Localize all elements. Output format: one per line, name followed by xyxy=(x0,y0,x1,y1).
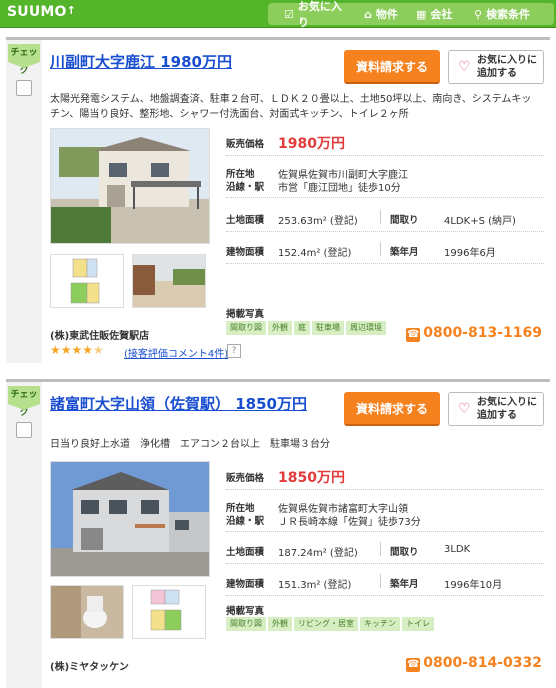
photo-tag: リビング・居室 xyxy=(294,617,358,631)
toilet-thumbnail[interactable] xyxy=(50,585,124,639)
photos-label: 掲載写真 xyxy=(226,606,265,617)
listing-card: チェック 諸富町大字山領（佐賀駅） 1850万円 資料請求する ♡ お気に入りに… xyxy=(6,379,550,688)
listing-checkbox[interactable] xyxy=(16,80,32,96)
floorplan-thumbnail[interactable] xyxy=(50,254,124,308)
listing-title[interactable]: 諸富町大字山領（佐賀駅） 1850万円 xyxy=(50,393,307,414)
listing-card: チェック 川副町大字鹿江 1980万円 資料請求する ♡ お気に入りに 追加する… xyxy=(6,37,550,363)
photo-tags: 間取り図 外観 庭 駐車場 周辺環境 xyxy=(226,321,386,335)
spec-row-price: 販売価格 1850万円 xyxy=(226,466,544,490)
check-column: チェック xyxy=(6,382,42,688)
house-photo-image xyxy=(51,462,209,576)
photo-tag: 外観 xyxy=(268,321,292,335)
house-icon: ⌂ xyxy=(364,7,372,21)
review-comments-link[interactable]: (接客評価コメント4件) xyxy=(124,345,228,360)
nav-favorites[interactable]: ☑ お気に入り xyxy=(268,0,358,29)
phone-number[interactable]: ☎ 0800-813-1169 xyxy=(406,325,542,342)
toilet-image xyxy=(51,586,123,638)
price-value: 1980万円 xyxy=(278,136,345,152)
nav-companies[interactable]: ▦ 会社 xyxy=(410,3,468,25)
heart-icon: ♡ xyxy=(458,401,471,417)
photo-tag: 間取り図 xyxy=(226,321,266,335)
nav-search-conditions[interactable]: ⚲ 検索条件 xyxy=(468,3,554,25)
floorplan-image xyxy=(51,255,123,307)
phone-icon: ☎ xyxy=(406,658,421,672)
rating-stars: ★★★★★ xyxy=(50,343,104,357)
photo-tag: 庭 xyxy=(294,321,310,335)
main-photo[interactable] xyxy=(50,461,210,577)
garden-image xyxy=(133,255,205,307)
phone-icon: ☎ xyxy=(406,328,421,342)
company-name: (株)東武住販佐賀駅店 xyxy=(50,331,150,342)
house-photo-image xyxy=(51,129,209,243)
garden-thumbnail[interactable] xyxy=(132,254,206,308)
check-column: チェック xyxy=(6,40,42,363)
floorplan-thumbnail[interactable] xyxy=(132,585,206,639)
add-favorite-button[interactable]: ♡ お気に入りに 追加する xyxy=(448,50,544,84)
spec-row-building: 建物面積 152.4m² (登記) 築年月 1996年6月 xyxy=(226,232,544,264)
photo-tag: 駐車場 xyxy=(312,321,344,335)
request-info-button[interactable]: 資料請求する xyxy=(344,50,440,84)
spec-row-land: 土地面積 253.63m² (登記) 間取り 4LDK+S (納戸) xyxy=(226,202,544,232)
listing-description: 太陽光発電システム、地盤調査済、駐車２台可、ＬＤＫ２０畳以上、土地50坪以上、南… xyxy=(50,94,532,120)
check-label: チェック xyxy=(8,386,40,418)
listing-description: 日当り良好上水道 浄化槽 エアコン２台以上 駐車場３台分 xyxy=(50,439,330,450)
photo-tag: 周辺環境 xyxy=(346,321,386,335)
spec-row-location: 所在地 沿線・駅 佐賀県佐賀市諸富町大字山領 ＪＲ長崎本線「佐賀」徒歩73分 xyxy=(226,496,544,532)
building-icon: ▦ xyxy=(416,7,427,21)
check-label: チェック xyxy=(8,44,40,76)
company-name: (株)ミヤタッケン xyxy=(50,662,129,673)
floorplan-image xyxy=(133,586,205,638)
request-info-button[interactable]: 資料請求する xyxy=(344,392,440,426)
suumo-logo[interactable]: SUUMO↑ xyxy=(7,4,76,20)
spec-row-land: 土地面積 187.24m² (登記) 間取り 3LDK xyxy=(226,534,544,564)
photo-tag: 外観 xyxy=(268,617,292,631)
listing-title[interactable]: 川副町大字鹿江 1980万円 xyxy=(50,51,232,72)
spec-row-price: 販売価格 1980万円 xyxy=(226,132,544,156)
photo-tags: 間取り図 外観 リビング・居室 キッチン トイレ xyxy=(226,617,434,631)
spec-row-building: 建物面積 151.3m² (登記) 築年月 1996年10月 xyxy=(226,564,544,596)
search-icon: ⚲ xyxy=(474,7,483,21)
photo-tag: 間取り図 xyxy=(226,617,266,631)
heart-icon: ♡ xyxy=(458,59,471,75)
price-value: 1850万円 xyxy=(278,470,345,486)
nav-properties[interactable]: ⌂ 物件 xyxy=(358,3,410,25)
help-icon[interactable]: ? xyxy=(227,344,241,358)
photo-tag: トイレ xyxy=(402,617,434,631)
listing-checkbox[interactable] xyxy=(16,422,32,438)
header-bar: SUUMO↑ ☑ お気に入り ⌂ 物件 ▦ 会社 ⚲ 検索条件 xyxy=(0,0,556,29)
phone-number[interactable]: ☎ 0800-814-0332 xyxy=(406,655,542,672)
photo-tag: キッチン xyxy=(360,617,400,631)
photos-label: 掲載写真 xyxy=(226,309,265,320)
add-favorite-button[interactable]: ♡ お気に入りに 追加する xyxy=(448,392,544,426)
header-nav: ☑ お気に入り ⌂ 物件 ▦ 会社 ⚲ 検索条件 xyxy=(268,0,554,29)
checkbox-icon: ☑ xyxy=(284,7,294,21)
spec-row-location: 所在地 沿線・駅 佐賀県佐賀市川副町大字鹿江 市営「鹿江団地」徒歩10分 xyxy=(226,162,544,198)
main-photo[interactable] xyxy=(50,128,210,244)
